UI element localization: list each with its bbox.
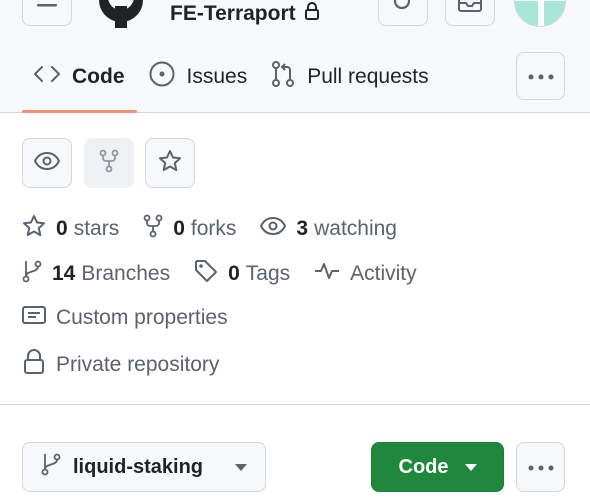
- visibility-label: Private repository: [56, 353, 220, 376]
- search-icon: [392, 0, 414, 18]
- star-button[interactable]: [145, 138, 195, 188]
- note-icon: [22, 305, 46, 331]
- git-pull-request-icon: [271, 60, 295, 94]
- repo-forked-icon: [143, 214, 163, 244]
- activity-label: Activity: [350, 262, 417, 285]
- repo-forked-icon: [99, 149, 119, 178]
- star-icon: [158, 149, 182, 178]
- chevron-down-icon: [235, 463, 247, 471]
- refs-row: 14 Branches 0 Tags Activity: [22, 259, 441, 289]
- pulse-icon: [314, 261, 340, 287]
- fork-button[interactable]: [84, 138, 134, 188]
- forks-count: 0: [173, 217, 185, 240]
- watch-button[interactable]: [22, 138, 72, 188]
- tab-pull-requests[interactable]: Pull requests: [259, 56, 440, 98]
- avatar[interactable]: [514, 0, 566, 27]
- git-branch-icon: [22, 259, 42, 289]
- stars-link[interactable]: 0 stars: [22, 214, 119, 244]
- search-button[interactable]: [378, 0, 428, 26]
- kebab-horizontal-icon: [528, 458, 554, 476]
- code-button[interactable]: Code: [371, 442, 504, 492]
- eye-icon: [33, 151, 61, 175]
- watching-label: watching: [314, 217, 397, 240]
- kebab-horizontal-icon: [528, 67, 554, 85]
- tab-code-label: Code: [72, 65, 125, 88]
- divider: [0, 404, 590, 405]
- branch-name: liquid-staking: [73, 455, 203, 478]
- inbox-button[interactable]: [445, 0, 495, 26]
- branches-label: Branches: [81, 262, 171, 285]
- forks-label: forks: [190, 217, 237, 240]
- hamburger-icon: [36, 0, 58, 18]
- lock-icon: [22, 349, 46, 381]
- branches-count: 14: [52, 262, 76, 285]
- chevron-down-icon: [464, 463, 477, 471]
- git-branch-icon: [41, 452, 61, 482]
- tags-count: 0: [228, 262, 240, 285]
- more-actions-button[interactable]: [516, 442, 565, 492]
- repo-tabs: Code Issues Pull requests: [22, 56, 441, 113]
- star-icon: [22, 214, 46, 244]
- inbox-icon: [457, 0, 483, 18]
- custom-properties-link[interactable]: Custom properties: [22, 305, 252, 331]
- code-icon: [34, 65, 60, 89]
- lock-icon: [304, 2, 320, 26]
- custom-properties-label: Custom properties: [56, 306, 228, 329]
- watching-link[interactable]: 3 watching: [260, 216, 397, 241]
- watching-count: 3: [296, 217, 309, 240]
- visibility-row: Private repository: [22, 349, 243, 381]
- tab-pull-requests-label: Pull requests: [307, 65, 429, 88]
- activity-link[interactable]: Activity: [314, 261, 417, 287]
- eye-icon: [260, 216, 287, 241]
- tags-label: Tags: [245, 262, 291, 285]
- tab-code[interactable]: Code: [22, 56, 137, 113]
- github-logo-icon[interactable]: [95, 0, 147, 33]
- stats-row: 0 stars 0 forks 3 watching: [22, 214, 421, 244]
- tags-link[interactable]: 0 Tags: [194, 259, 290, 289]
- repo-title[interactable]: FE-Terraport: [170, 2, 320, 26]
- tab-issues-label: Issues: [186, 65, 248, 88]
- issue-opened-icon: [149, 61, 175, 93]
- menu-button[interactable]: [22, 0, 72, 26]
- branches-link[interactable]: 14 Branches: [22, 259, 170, 289]
- repo-header: FE-Terraport Code Issues Pull requests: [0, 0, 590, 113]
- tab-issues[interactable]: Issues: [137, 56, 260, 98]
- stars-count: 0: [56, 217, 68, 240]
- tabs-more-button[interactable]: [516, 52, 565, 100]
- forks-link[interactable]: 0 forks: [143, 214, 236, 244]
- stars-label: stars: [73, 217, 120, 240]
- tag-icon: [194, 259, 218, 289]
- repo-name[interactable]: FE-Terraport: [170, 2, 296, 26]
- branch-selector[interactable]: liquid-staking: [22, 442, 266, 492]
- code-button-label: Code: [398, 455, 449, 478]
